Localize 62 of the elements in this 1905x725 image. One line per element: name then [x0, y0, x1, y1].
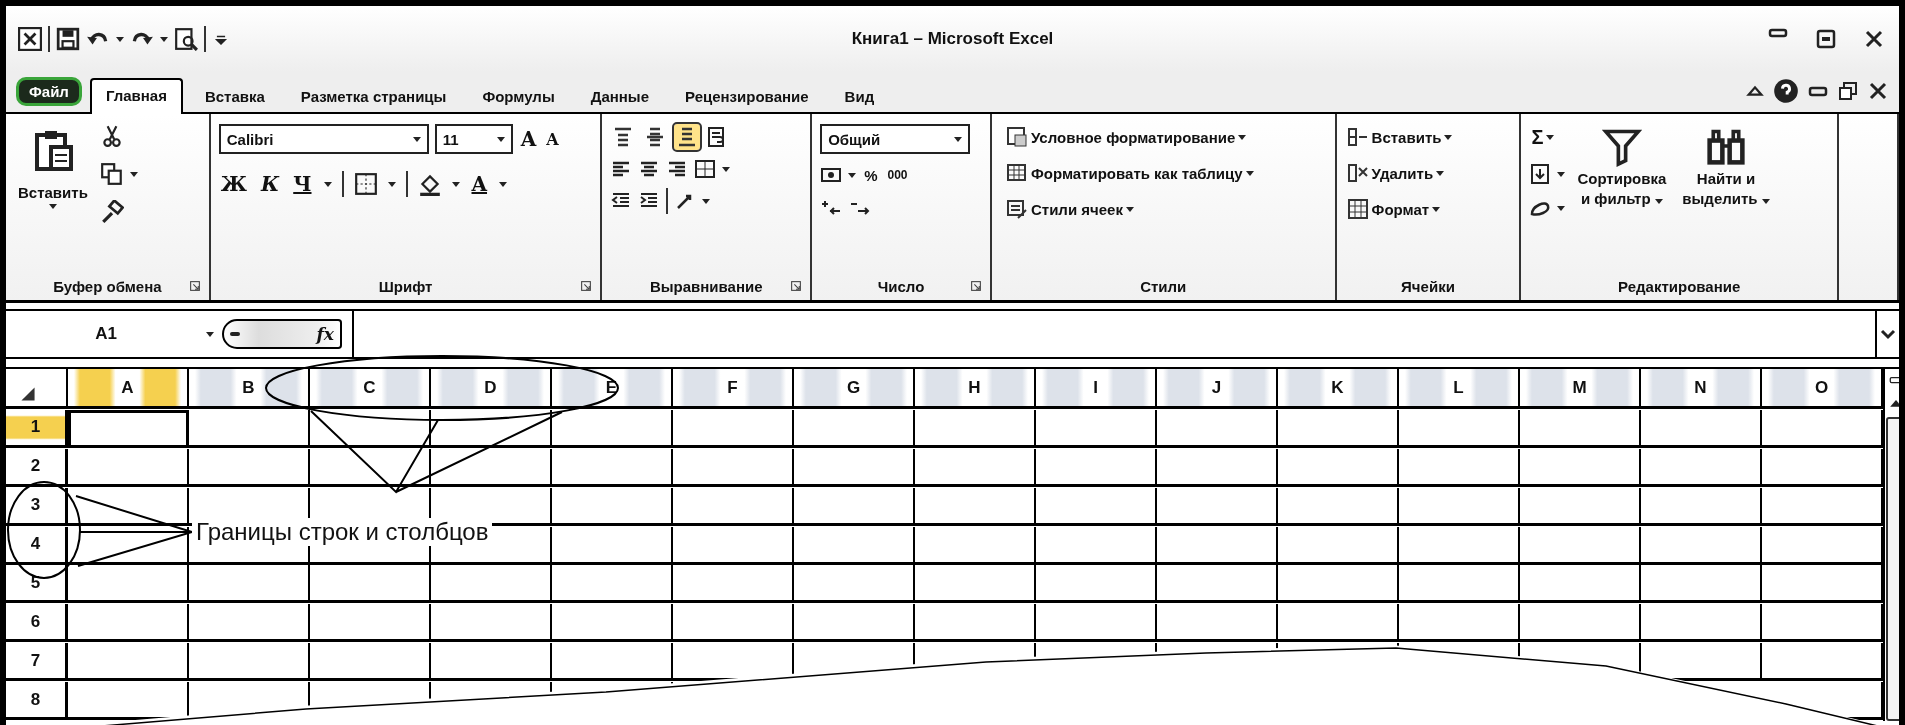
font-color-button[interactable]: A — [469, 170, 490, 198]
column-header[interactable]: L — [1399, 369, 1520, 409]
ribbon-tab[interactable]: Разметка страницы — [286, 81, 461, 112]
paste-button[interactable]: Вставить — [14, 124, 92, 272]
percent-button[interactable]: % — [862, 164, 880, 186]
row-header[interactable]: 8 — [6, 682, 68, 721]
thousands-button[interactable]: 000 — [885, 166, 910, 184]
shrink-font-button[interactable]: A — [544, 127, 561, 151]
name-box[interactable]: A1 — [6, 324, 206, 344]
cells-menu-button[interactable]: Удалить — [1344, 160, 1512, 186]
row-header[interactable]: 6 — [6, 604, 68, 643]
ribbon-tab[interactable]: Главная — [89, 78, 183, 114]
column-header[interactable]: E — [552, 369, 673, 409]
ribbon-tab[interactable]: Файл — [16, 77, 82, 106]
group-label: Буфер обмена — [53, 277, 162, 295]
grow-font-button[interactable]: A — [518, 125, 539, 153]
group-label: Ячейки — [1401, 277, 1455, 295]
column-header[interactable]: N — [1641, 369, 1762, 409]
column-header[interactable]: M — [1520, 369, 1641, 409]
group-label: Число — [877, 277, 925, 295]
window-title: Книга1 – Microsoft Excel — [851, 29, 1054, 48]
column-header[interactable]: K — [1278, 369, 1399, 409]
cells-menu-button[interactable]: Вставить — [1344, 124, 1512, 150]
ribbon-tab[interactable]: Рецензирование — [671, 81, 823, 112]
ribbon-tab[interactable]: Данные — [576, 81, 663, 112]
ribbon-tab[interactable]: Вставка — [190, 81, 279, 112]
cells-menu-button[interactable]: Формат — [1344, 196, 1512, 222]
row-header[interactable]: 3 — [6, 487, 68, 526]
style-menu-button[interactable]: Условное форматирование — [1003, 124, 1327, 150]
formula-buttons[interactable]: fx — [222, 319, 342, 349]
row-header[interactable]: 1 — [6, 409, 68, 448]
column-header[interactable]: J — [1157, 369, 1278, 409]
row-header[interactable]: 7 — [6, 643, 68, 682]
column-header[interactable]: C — [310, 369, 431, 409]
column-header[interactable]: F — [673, 369, 794, 409]
group-label: Стили — [1140, 277, 1187, 295]
font-field[interactable]: Calibri — [218, 124, 429, 154]
column-header[interactable]: G — [794, 369, 915, 409]
italic-button[interactable]: К — [259, 170, 282, 198]
bold-button[interactable]: Ж — [218, 170, 250, 198]
callout-tooltip: Границы строк и столбцов — [192, 518, 493, 546]
style-menu-button[interactable]: Стили ячеек — [1003, 196, 1327, 222]
group-label: Шрифт — [378, 277, 433, 295]
ribbon-tab[interactable]: Формулы — [468, 81, 569, 112]
column-header[interactable]: D — [431, 369, 552, 409]
font-size-field[interactable]: 11 — [434, 124, 513, 154]
column-header[interactable]: O — [1762, 369, 1883, 409]
row-header[interactable]: 4 — [6, 526, 68, 565]
column-header[interactable]: I — [1036, 369, 1157, 409]
column-header[interactable]: H — [915, 369, 1036, 409]
number-format-field[interactable]: Общий — [820, 124, 971, 154]
find-select-button[interactable]: Найти и выделить — [1678, 124, 1774, 272]
underline-button[interactable]: Ч — [291, 170, 314, 198]
ribbon-tab[interactable]: Вид — [830, 81, 889, 112]
group-label: Выравнивание — [649, 277, 763, 295]
group-label: Редактирование — [1618, 277, 1741, 295]
column-header[interactable]: B — [189, 369, 310, 409]
row-header[interactable]: 2 — [6, 448, 68, 487]
column-header[interactable]: A — [68, 369, 189, 409]
sort-filter-button[interactable]: Сортировка и фильтр — [1573, 124, 1671, 272]
style-menu-button[interactable]: Форматировать как таблицу — [1003, 160, 1327, 186]
autosum-button[interactable]: Σ — [1529, 124, 1566, 151]
